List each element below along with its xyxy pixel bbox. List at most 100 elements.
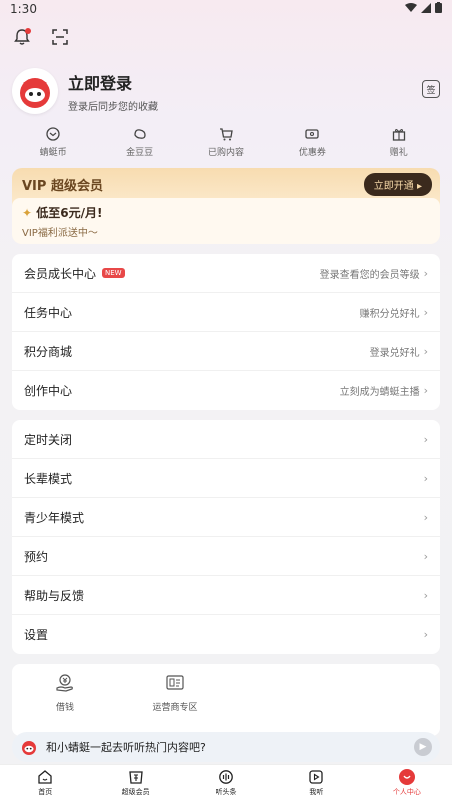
chevron-right-icon: › [423,266,428,280]
quick-link-label: 已购内容 [207,148,244,158]
tab-label: 我听 [309,787,324,796]
menu-row-label: 帮助与反馈 [24,588,85,603]
tab-headline[interactable]: 听头条 [181,765,271,800]
headline-icon [219,769,233,784]
menu-row-label: 预约 [24,549,49,564]
quick-link-coin[interactable]: 蜻蜓币 [23,126,83,166]
gift-icon [392,129,405,141]
bean-icon [133,129,146,139]
play-triangle-icon: ▸ [416,180,422,192]
vip-title: VIP 超级会员 [22,178,103,194]
profile-header[interactable]: 立即登录 登录后同步您的收藏 签 [0,56,452,126]
play-box-icon [309,769,324,784]
home-icon [38,769,52,784]
login-title[interactable]: 立即登录 [68,70,158,94]
chevron-right-icon: › [423,549,428,563]
ticket-icon [305,129,320,139]
quick-links: 蜻蜓币 金豆豆 已购内容 优惠券 赠礼 [0,126,452,166]
menu-row-label: 积分商城 [24,344,73,359]
chevron-right-icon: › [423,344,428,358]
new-badge: NEW [102,268,125,278]
menu-row-label: 创作中心 [24,384,73,398]
tab-profile[interactable]: 个人中心 [362,765,452,800]
menu-row-label: 任务中心 [24,305,73,320]
scan-icon[interactable] [50,27,70,47]
notification-bell-icon[interactable] [12,27,32,47]
menu-row-task-center[interactable]: 任务中心 赚积分兑好礼 › [12,293,440,332]
vip-promo-headline: ✦ 低至6元/月! [22,204,430,221]
cart-icon [219,128,233,141]
mini-player[interactable]: 和小蜻蜓一起去听听热门内容吧? ▶ [12,732,440,762]
notification-dot [25,28,31,34]
status-bar: 1:30 [0,0,452,18]
menu-row-label: 设置 [24,628,49,642]
menu-row-hint: 赚积分兑好礼 › [360,305,428,320]
menu-row-member-growth[interactable]: 会员成长中心 NEW 登录查看您的会员等级 › [12,254,440,293]
profile-text: 立即登录 登录后同步您的收藏 [68,70,158,113]
wifi-icon [405,2,417,16]
vip-icon [128,770,143,784]
primary-menu: 会员成长中心 NEW 登录查看您的会员等级 › 任务中心 赚积分兑好礼 › 积分… [12,254,440,410]
chevron-right-icon: › [423,628,428,641]
menu-row-label: 会员成长中心 NEW [24,265,125,282]
chevron-right-icon: › [423,510,428,524]
play-icon[interactable]: ▶ [414,738,432,756]
quick-link-coupon[interactable]: 优惠券 [282,126,342,166]
menu-row-help-feedback[interactable]: 帮助与反馈 › [12,576,440,615]
tab-home[interactable]: 首页 [0,765,90,800]
bottom-tab-bar: 首页 超级会员 听头条 我听 个人中心 [0,764,452,800]
chevron-right-icon: › [423,305,428,319]
top-actions [0,18,452,56]
menu-row-points-mall[interactable]: 积分商城 登录兑好礼 › [12,332,440,371]
chevron-right-icon: › [423,471,428,485]
menu-row-elder-mode[interactable]: 长辈模式 › [12,459,440,498]
avatar[interactable] [12,68,58,114]
quick-link-bean[interactable]: 金豆豆 [110,126,170,166]
menu-row-settings[interactable]: 设置 › [12,615,440,654]
menu-row-sleep-timer[interactable]: 定时关闭 › [12,420,440,459]
chevron-right-icon: › [423,384,428,397]
quick-link-label: 金豆豆 [126,148,154,158]
login-subtitle: 登录后同步您的收藏 [68,101,158,113]
settings-menu: 定时关闭 › 长辈模式 › 青少年模式 › 预约 › 帮助与反馈 › 设置 › [12,420,440,654]
tab-vip[interactable]: 超级会员 [90,765,180,800]
coin-icon [46,127,60,141]
menu-row-reservation[interactable]: 预约 › [12,537,440,576]
sim-card-icon [166,675,184,690]
party-popper-icon: ✦ [22,206,33,220]
sign-in-daily-button[interactable]: 签 [422,80,440,98]
vip-header: VIP 超级会员 立即开通 ▸ [12,168,440,196]
menu-row-hint: 登录查看您的会员等级 › [320,266,428,281]
mascot-avatar-icon [20,78,50,108]
quick-link-label: 优惠券 [298,148,326,158]
quick-link-gift[interactable]: 赠礼 [369,126,429,166]
mini-player-text: 和小蜻蜓一起去听听热门内容吧? [46,741,206,754]
menu-row-creator-center[interactable]: 创作中心 立刻成为蜻蜓主播 › [12,371,440,410]
menu-row-hint: 立刻成为蜻蜓主播 › [340,383,428,398]
tool-carrier-zone[interactable]: 运营商专区 [140,672,210,728]
status-icons [405,2,442,16]
menu-label-text: 会员成长中心 [24,266,97,281]
tab-label: 超级会员 [121,787,150,796]
mascot-icon [22,741,36,755]
vip-banner[interactable]: VIP 超级会员 立即开通 ▸ ✦ 低至6元/月! VIP福利派送中～ [12,168,440,244]
menu-hint-text: 登录查看您的会员等级 [319,269,420,281]
tab-label: 听头条 [215,787,237,796]
quick-link-purchased[interactable]: 已购内容 [196,126,256,166]
tool-label: 借钱 [55,703,74,713]
menu-row-label: 定时关闭 [24,432,73,447]
status-time: 1:30 [10,2,37,16]
tab-my-listen[interactable]: 我听 [271,765,361,800]
vip-promo-sub: VIP福利派送中～ [22,228,98,239]
tab-label: 首页 [38,787,53,796]
battery-icon [435,2,442,16]
vip-promo[interactable]: ✦ 低至6元/月! VIP福利派送中～ [12,198,440,244]
menu-row-teen-mode[interactable]: 青少年模式 › [12,498,440,537]
profile-icon [398,768,415,785]
quick-link-label: 赠礼 [389,148,408,158]
yen-hand-icon [56,674,73,692]
tool-label: 运营商专区 [152,703,198,713]
vip-open-button[interactable]: 立即开通 ▸ [363,172,432,196]
tool-loan[interactable]: 借钱 [30,672,100,728]
menu-hint-text: 赚积分兑好礼 [359,308,420,320]
